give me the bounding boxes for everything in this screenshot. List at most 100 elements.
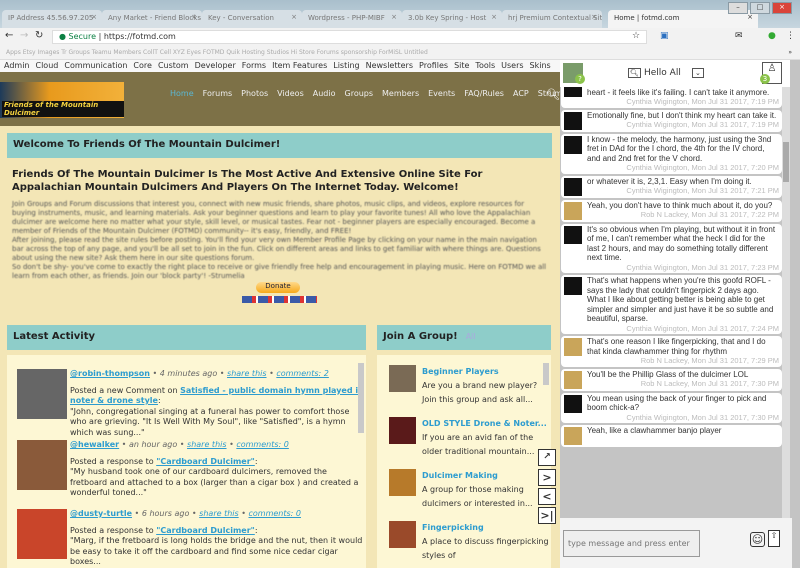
scrollbar-thumb[interactable] bbox=[783, 142, 789, 182]
group-thumbnail[interactable] bbox=[389, 417, 416, 444]
admin-menu-item[interactable]: Listing bbox=[333, 61, 359, 70]
activity-target-link[interactable]: "Cardboard Dulcimer" bbox=[156, 457, 255, 466]
comments-link[interactable]: comments: 0 bbox=[248, 509, 301, 518]
emoji-icon[interactable]: ☺ bbox=[750, 532, 765, 547]
group-name-link[interactable]: OLD STYLE Drone & Noter... bbox=[422, 411, 551, 431]
activity-target-link[interactable]: "Cardboard Dulcimer" bbox=[156, 526, 255, 535]
close-icon[interactable]: × bbox=[747, 13, 753, 21]
star-icon[interactable]: ☆ bbox=[632, 31, 640, 41]
chat-messages: went to CT or somethere. You better be b… bbox=[561, 87, 782, 518]
back-icon[interactable]: ← bbox=[5, 30, 13, 41]
more-bookmarks[interactable]: » bbox=[788, 49, 792, 56]
admin-menu-item[interactable]: Admin bbox=[4, 61, 30, 70]
group-name-link[interactable]: Beginner Players bbox=[422, 359, 551, 379]
maximize-button[interactable]: □ bbox=[750, 2, 770, 14]
share-link[interactable]: share this bbox=[187, 440, 227, 449]
scrollbar[interactable] bbox=[358, 363, 364, 433]
next-icon[interactable]: > bbox=[538, 469, 556, 486]
browser-tab[interactable]: Wordpress - PHP-MIBF × bbox=[302, 10, 402, 28]
close-icon[interactable]: × bbox=[291, 13, 297, 21]
avatar[interactable] bbox=[17, 509, 67, 559]
nav-faq[interactable]: FAQ/Rules bbox=[464, 89, 504, 98]
browser-tab[interactable]: hrj Premium Contextual Site × bbox=[502, 10, 602, 28]
user-link[interactable]: @hewalker bbox=[70, 440, 119, 449]
group-thumbnail[interactable] bbox=[389, 365, 416, 392]
admin-menu-item[interactable]: Skins bbox=[530, 61, 551, 70]
nav-photos[interactable]: Photos bbox=[241, 89, 268, 98]
admin-menu-item[interactable]: Core bbox=[133, 61, 152, 70]
comments-link[interactable]: comments: 0 bbox=[236, 440, 289, 449]
admin-menu-item[interactable]: Users bbox=[501, 61, 523, 70]
message-text: It's so obvious when I'm playing, but wi… bbox=[587, 224, 776, 263]
scrollbar[interactable] bbox=[543, 363, 549, 385]
chat-scrollbar[interactable] bbox=[782, 87, 790, 518]
share-link[interactable]: share this bbox=[199, 509, 239, 518]
admin-menu-item[interactable]: Cloud bbox=[36, 61, 59, 70]
group-name-link[interactable]: Dulcimer Making bbox=[422, 463, 551, 483]
group-thumbnail[interactable] bbox=[389, 521, 416, 548]
nav-home[interactable]: Home bbox=[170, 89, 194, 98]
extension-icon[interactable]: ▣ bbox=[660, 31, 669, 41]
admin-menu-item[interactable]: Item Features bbox=[272, 61, 327, 70]
extension-icon[interactable]: ● bbox=[768, 31, 776, 41]
address-bar-row: ← → ↻ ● Secure | https://fotmd.com ☆ ▣ ✉… bbox=[0, 28, 800, 46]
chat-message: Yeah, you don't have to think much about… bbox=[561, 199, 782, 222]
search-icon[interactable]: 🔍︎ bbox=[546, 88, 560, 101]
donate-button[interactable]: Donate bbox=[256, 282, 300, 293]
url-input[interactable]: ● Secure | https://fotmd.com bbox=[52, 30, 647, 44]
admin-menu-item[interactable]: Tools bbox=[475, 61, 495, 70]
upload-icon[interactable]: ⇧ bbox=[768, 530, 780, 547]
activity-excerpt: "My husband took one of our cardboard du… bbox=[70, 467, 359, 497]
nav-events[interactable]: Events bbox=[428, 89, 455, 98]
close-icon[interactable]: × bbox=[591, 13, 597, 21]
activity-action: Posted a response to bbox=[70, 525, 157, 535]
chevron-down-icon[interactable]: ⌄ bbox=[692, 68, 704, 78]
admin-menu-item[interactable]: Custom bbox=[158, 61, 189, 70]
admin-menu-item[interactable]: Developer bbox=[195, 61, 236, 70]
nav-acp[interactable]: ACP bbox=[513, 89, 529, 98]
chat-message-input[interactable] bbox=[563, 530, 700, 557]
nav-groups[interactable]: Groups bbox=[345, 89, 374, 98]
close-icon[interactable]: × bbox=[491, 13, 497, 21]
last-icon[interactable]: >| bbox=[538, 507, 556, 524]
user-link[interactable]: @robin-thompson bbox=[70, 369, 150, 378]
admin-menu-item[interactable]: Forms bbox=[242, 61, 266, 70]
forward-icon[interactable]: → bbox=[20, 30, 28, 41]
nav-audio[interactable]: Audio bbox=[313, 89, 336, 98]
all-groups-link[interactable]: All bbox=[466, 332, 476, 341]
menu-icon[interactable]: ⋮ bbox=[786, 31, 795, 41]
close-icon[interactable]: × bbox=[191, 13, 197, 21]
bookmarks[interactable]: Apps Etsy Images Tr Groups Teamu Members… bbox=[6, 49, 428, 56]
user-link[interactable]: @dusty-turtle bbox=[70, 509, 132, 518]
comments-link[interactable]: comments: 2 bbox=[276, 369, 329, 378]
close-icon[interactable]: × bbox=[91, 13, 97, 21]
close-window-button[interactable]: × bbox=[772, 2, 792, 14]
prev-icon[interactable]: < bbox=[538, 488, 556, 505]
admin-menu-item[interactable]: Communication bbox=[64, 61, 127, 70]
nav-forums[interactable]: Forums bbox=[203, 89, 233, 98]
group-thumbnail[interactable] bbox=[389, 469, 416, 496]
activity-item: @dusty-turtle • 6 hours ago • share this… bbox=[7, 495, 366, 568]
admin-menu-item[interactable]: Profiles bbox=[419, 61, 448, 70]
message-text: I know - the melody, the harmony, just u… bbox=[587, 134, 772, 163]
nav-videos[interactable]: Videos bbox=[277, 89, 304, 98]
browser-tab[interactable]: 3.0b Key Spring - Host × bbox=[402, 10, 502, 28]
minimize-button[interactable]: – bbox=[728, 2, 748, 14]
close-icon[interactable]: × bbox=[391, 13, 397, 21]
admin-menu-item[interactable]: Site bbox=[454, 61, 469, 70]
avatar[interactable] bbox=[17, 369, 67, 419]
search-icon[interactable]: 🔍︎ bbox=[628, 68, 641, 78]
reload-icon[interactable]: ↻ bbox=[35, 30, 43, 41]
admin-menu-item[interactable]: Newsletters bbox=[366, 61, 413, 70]
nav-members[interactable]: Members bbox=[382, 89, 419, 98]
join-group-header: Join A Group! All bbox=[377, 325, 551, 350]
browser-tab[interactable]: Key - Conversation × bbox=[202, 10, 302, 28]
popout-icon[interactable]: ↗ bbox=[538, 449, 556, 466]
mail-icon[interactable]: ✉ bbox=[735, 31, 743, 41]
browser-tab[interactable]: Any Market - Friend Blocks × bbox=[102, 10, 202, 28]
site-logo[interactable]: Friends of the Mountain Dulcimer bbox=[0, 82, 124, 118]
group-name-link[interactable]: Fingerpicking bbox=[422, 515, 551, 535]
avatar[interactable] bbox=[17, 440, 67, 490]
share-link[interactable]: share this bbox=[227, 369, 267, 378]
browser-tab[interactable]: IP Address 45.56.97.205 × bbox=[2, 10, 102, 28]
